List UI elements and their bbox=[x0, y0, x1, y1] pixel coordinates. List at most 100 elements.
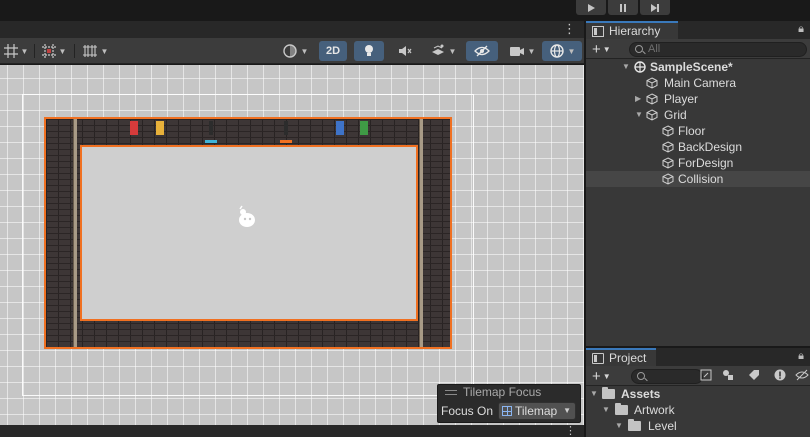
folder-icon bbox=[602, 387, 615, 399]
camera-icon bbox=[509, 46, 524, 56]
folder-label: Level bbox=[648, 419, 677, 433]
tag-filter-button[interactable] bbox=[746, 369, 762, 384]
green-banner bbox=[360, 121, 368, 135]
shaded-sphere-icon bbox=[282, 44, 297, 58]
project-toolbar: + ▼ bbox=[586, 366, 810, 386]
folder-label: Assets bbox=[621, 387, 661, 401]
expand-arrow-icon[interactable]: ▼ bbox=[602, 402, 610, 418]
audio-muted-icon bbox=[399, 46, 412, 56]
expand-arrow-icon[interactable]: ▼ bbox=[590, 386, 598, 402]
scene-camera-dropdown[interactable]: ▼ bbox=[504, 41, 540, 61]
search-by-label-button[interactable] bbox=[720, 369, 736, 384]
plus-icon: + bbox=[592, 40, 601, 58]
hierarchy-item-grid[interactable]: ▼ Grid bbox=[586, 107, 810, 123]
chevron-down-icon: ▼ bbox=[448, 46, 457, 56]
play-mode-bar bbox=[0, 0, 810, 21]
hierarchy-panel: Hierarchy 🔒︎ + ▼ All ▼ SampleScene* Main … bbox=[586, 21, 810, 346]
blue-banner bbox=[336, 121, 344, 135]
unity-scene-icon bbox=[634, 61, 646, 73]
hierarchy-item-floor[interactable]: Floor bbox=[586, 123, 810, 139]
tab-hierarchy[interactable]: Hierarchy bbox=[586, 21, 678, 39]
tilemap-grid-icon bbox=[502, 406, 512, 416]
folder-item-level[interactable]: ▼ Level bbox=[586, 418, 810, 434]
chevron-down-icon: ▼ bbox=[58, 46, 67, 56]
hierarchy-item-label: Collision bbox=[678, 172, 724, 186]
hidden-packages-toggle[interactable] bbox=[794, 369, 810, 384]
play-button[interactable] bbox=[576, 0, 606, 15]
torch-post bbox=[209, 121, 213, 135]
folder-tab-icon bbox=[592, 352, 604, 364]
filter-type-icon bbox=[700, 369, 712, 381]
grid-visibility-icon bbox=[82, 45, 97, 57]
hierarchy-item-backdesign[interactable]: BackDesign bbox=[586, 139, 810, 155]
panel-menu-icon[interactable]: ⋮ bbox=[565, 425, 576, 437]
pause-button[interactable] bbox=[608, 0, 638, 15]
scene-visibility-toggle[interactable] bbox=[466, 41, 498, 61]
hierarchy-list-icon bbox=[592, 25, 604, 37]
scene-viewport[interactable] bbox=[0, 65, 584, 425]
folder-icon bbox=[615, 403, 628, 415]
tab-project[interactable]: Project bbox=[586, 348, 656, 366]
collapse-arrow-icon[interactable]: ▶ bbox=[635, 91, 641, 107]
step-button[interactable] bbox=[640, 0, 670, 15]
hierarchy-item-label: Grid bbox=[664, 108, 687, 122]
hierarchy-item-fordesign[interactable]: ForDesign bbox=[586, 155, 810, 171]
hierarchy-item-collision[interactable]: Collision bbox=[586, 171, 810, 187]
warnings-toggle-button[interactable] bbox=[772, 369, 788, 384]
hierarchy-search-input[interactable]: All bbox=[629, 42, 807, 57]
gameobject-cube-icon bbox=[646, 109, 658, 121]
create-asset-button[interactable]: + ▼ bbox=[592, 368, 611, 385]
create-object-button[interactable]: + ▼ bbox=[592, 40, 611, 58]
eye-slash-icon bbox=[795, 369, 809, 381]
hierarchy-item-player[interactable]: ▶ Player bbox=[586, 91, 810, 107]
lock-icon[interactable]: 🔒︎ bbox=[798, 350, 804, 363]
hierarchy-tree: ▼ SampleScene* Main Camera ▶ Player ▼ Gr… bbox=[586, 59, 810, 187]
mode-2d-toggle[interactable]: 2D bbox=[319, 41, 347, 61]
hierarchy-item-label: ForDesign bbox=[678, 156, 734, 170]
folder-icon bbox=[628, 419, 641, 431]
folder-item-artwork[interactable]: ▼ Artwork bbox=[586, 402, 810, 418]
chevron-down-icon: ▼ bbox=[567, 46, 576, 56]
scene-audio-toggle[interactable] bbox=[390, 41, 420, 61]
expand-arrow-icon[interactable]: ▼ bbox=[622, 59, 630, 75]
lock-icon[interactable]: 🔒︎ bbox=[798, 23, 804, 36]
tilemap-focus-overlay[interactable]: Tilemap Focus Focus On Tilemap ▼ bbox=[437, 384, 581, 423]
player-ghost-sprite[interactable] bbox=[236, 205, 258, 229]
grid-visibility-dropdown[interactable]: ▼ bbox=[77, 41, 113, 61]
lightbulb-icon bbox=[365, 45, 373, 56]
expand-arrow-icon[interactable]: ▼ bbox=[635, 107, 643, 123]
hierarchy-item-label: Floor bbox=[678, 124, 706, 138]
gizmos-dropdown[interactable]: ▼ bbox=[542, 41, 582, 61]
project-search-input[interactable] bbox=[631, 369, 703, 384]
gameobject-cube-icon bbox=[662, 141, 674, 153]
chevron-down-icon: ▼ bbox=[20, 46, 29, 56]
shapes-icon bbox=[723, 370, 733, 380]
scene-bottom-tab-bar: ⋮ bbox=[0, 425, 584, 437]
hierarchy-item-main-camera[interactable]: Main Camera bbox=[586, 75, 810, 91]
tab-label: Project bbox=[609, 351, 647, 365]
folder-item-assets[interactable]: ▼ Assets bbox=[586, 386, 810, 402]
draw-mode-dropdown[interactable]: ▼ bbox=[276, 41, 314, 61]
search-by-type-button[interactable] bbox=[698, 369, 714, 384]
chevron-down-icon: ▼ bbox=[602, 44, 611, 54]
expand-arrow-icon[interactable]: ▼ bbox=[615, 418, 623, 434]
grid-snapping-dropdown[interactable]: ▼ bbox=[0, 41, 32, 61]
scene-panel-menu-icon[interactable]: ⋮ bbox=[563, 21, 576, 36]
yellow-banner bbox=[156, 121, 164, 135]
scene-lighting-toggle[interactable] bbox=[354, 41, 384, 61]
torch-glow-blue bbox=[205, 140, 217, 143]
scene-toolbar: ▼ ▼ ▼ ▼ 2D ▼ ▼ ▼ bbox=[0, 38, 584, 64]
torch-glow-orange bbox=[280, 140, 292, 143]
tilemap-floor-area[interactable] bbox=[80, 145, 418, 321]
red-banner bbox=[130, 121, 138, 135]
eye-slash-icon bbox=[474, 45, 490, 57]
hierarchy-item-samplescene[interactable]: ▼ SampleScene* bbox=[586, 59, 810, 75]
increment-snap-dropdown[interactable]: ▼ bbox=[37, 41, 71, 61]
focus-on-dropdown[interactable]: Tilemap ▼ bbox=[498, 402, 576, 420]
increment-snap-icon bbox=[41, 44, 56, 58]
search-icon bbox=[635, 45, 643, 53]
scene-effects-dropdown[interactable]: ▼ bbox=[424, 41, 462, 61]
search-icon bbox=[637, 372, 645, 380]
folder-label: Artwork bbox=[634, 403, 675, 417]
project-panel: Project 🔒︎ + ▼ ▼ Assets ▼ Artwork ▼ Leve… bbox=[586, 348, 810, 437]
